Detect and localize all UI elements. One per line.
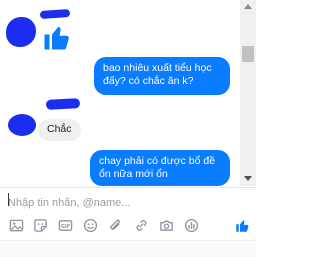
gif-icon: GIF xyxy=(58,219,72,231)
text-caret xyxy=(8,193,9,206)
message-text: bao nhiêu xuất tiểu học đấy? có chắc ăn … xyxy=(103,62,212,87)
message-text: Chắc xyxy=(47,123,72,135)
link-button[interactable] xyxy=(132,216,150,234)
emoji-icon xyxy=(83,218,97,232)
image-icon xyxy=(9,219,23,231)
message-text: chay phải có được bổ đề ổn nữa mới ổn xyxy=(99,155,216,180)
like-icon xyxy=(235,219,248,232)
scrollbar-thumb[interactable] xyxy=(242,46,254,62)
sticker-button[interactable] xyxy=(31,216,49,234)
camera-button[interactable] xyxy=(157,216,175,234)
link-icon xyxy=(136,219,146,231)
redacted-name xyxy=(45,98,81,110)
thumbs-up-sticker-icon xyxy=(44,26,69,50)
scrollbar-track[interactable] xyxy=(240,0,256,186)
emoji-button[interactable] xyxy=(81,216,99,234)
redacted-avatar xyxy=(8,114,36,136)
camera-icon xyxy=(159,220,173,231)
image-button[interactable] xyxy=(7,216,25,234)
incoming-message-bubble: Chắc xyxy=(38,119,81,141)
gif-button[interactable]: GIF xyxy=(56,216,74,234)
redacted-avatar xyxy=(6,17,36,47)
composer-toolbar: GIF xyxy=(0,212,256,238)
scroll-down-arrow-icon[interactable] xyxy=(244,176,252,181)
message-input[interactable] xyxy=(0,188,256,212)
attach-button[interactable] xyxy=(106,216,124,234)
redacted-name xyxy=(39,8,71,20)
conversation-panel: bao nhiêu xuất tiểu học đấy? có chắc ăn … xyxy=(0,0,256,186)
send-like-button[interactable] xyxy=(233,216,251,234)
poll-button[interactable] xyxy=(182,216,200,234)
window-footer xyxy=(0,240,256,257)
outgoing-message-bubble: chay phải có được bổ đề ổn nữa mới ổn xyxy=(90,150,230,186)
attachment-icon xyxy=(109,219,120,230)
sticker-icon xyxy=(33,218,47,232)
poll-icon xyxy=(184,218,198,232)
gif-label: GIF xyxy=(60,223,69,229)
outgoing-message-bubble: bao nhiêu xuất tiểu học đấy? có chắc ăn … xyxy=(94,57,230,95)
scroll-up-arrow-icon[interactable] xyxy=(244,4,252,9)
